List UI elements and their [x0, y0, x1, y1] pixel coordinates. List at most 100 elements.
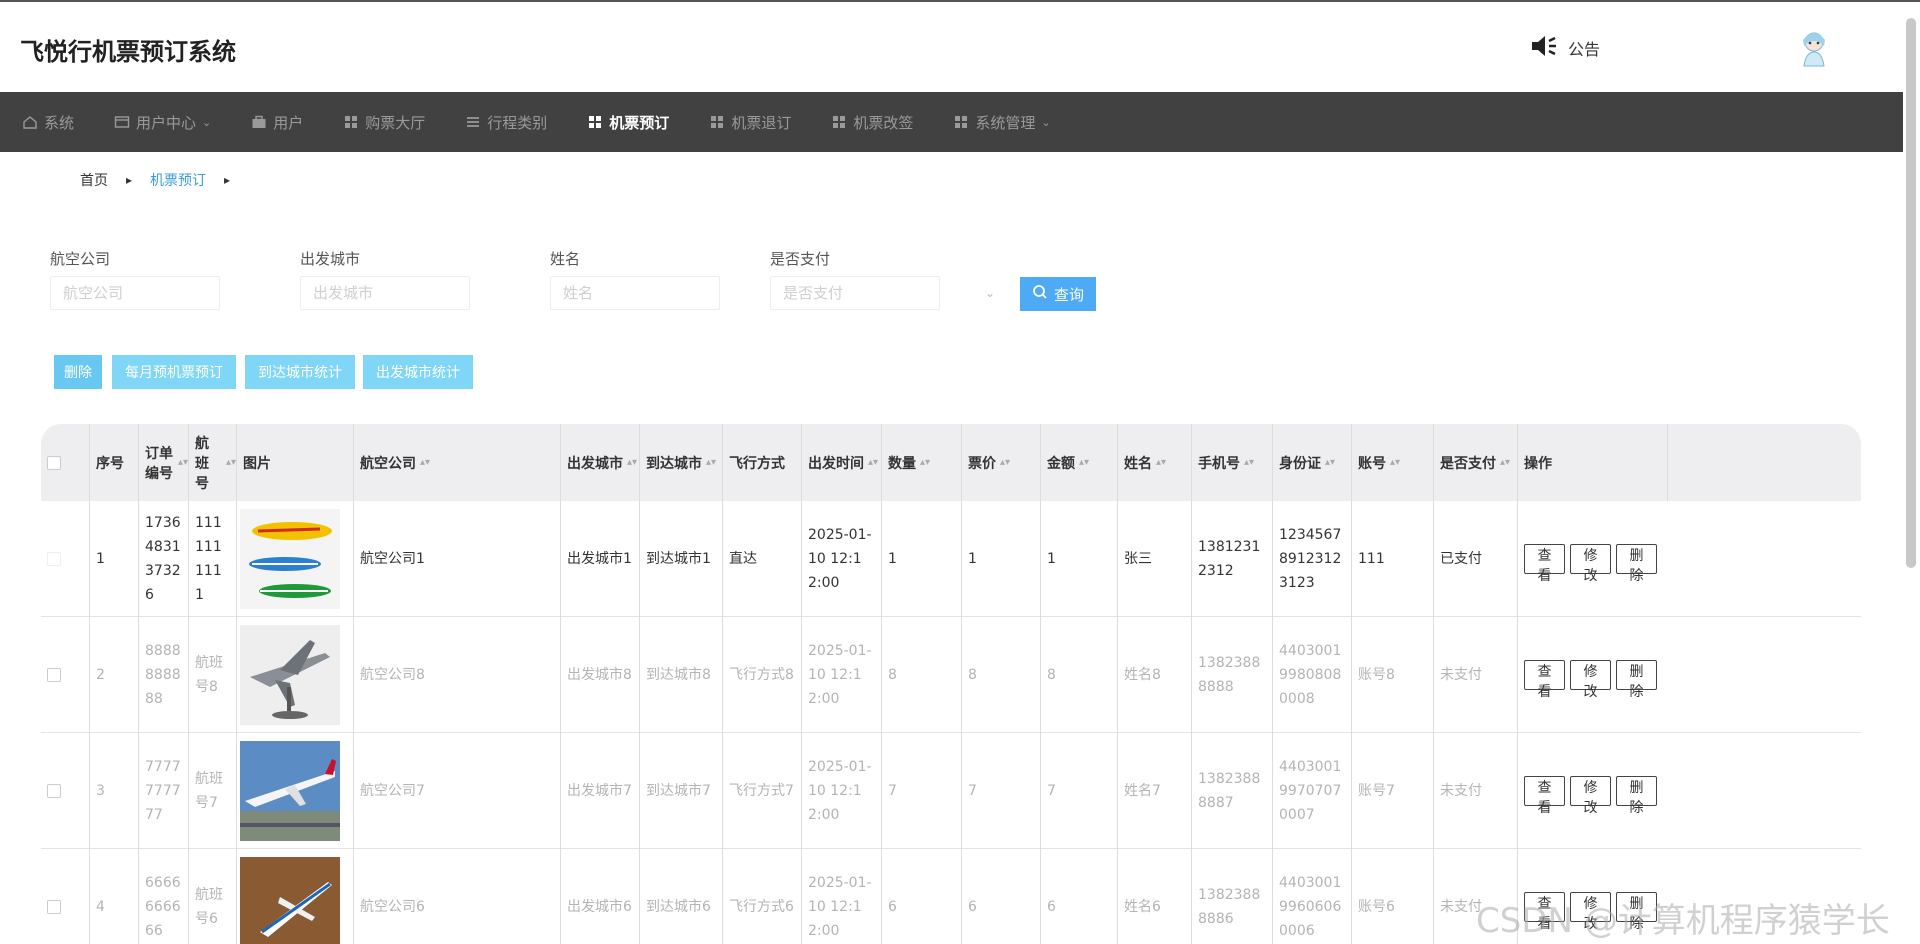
nav-item-label: 系统 [44, 113, 75, 132]
sort-icon[interactable]: ▴▾ [1390, 457, 1400, 468]
column-header[interactable]: 票价 ▴▾ [962, 424, 1041, 501]
delete-button[interactable]: 删除 [1616, 776, 1657, 815]
cell-name: 张三 [1118, 501, 1192, 617]
column-header[interactable]: 操作 [1518, 424, 1668, 501]
sort-icon[interactable]: ▴▾ [706, 457, 716, 468]
view-button[interactable]: 查看 [1524, 776, 1565, 815]
column-header[interactable]: 航空公司 ▴▾ [354, 424, 561, 501]
cell-time: 2025-01-10 12:12:00 [802, 617, 882, 733]
column-header[interactable]: 订单编号 ▴▾ [139, 424, 189, 501]
filter-label-airline: 航空公司 [50, 250, 111, 268]
select-all-checkbox[interactable] [47, 455, 61, 470]
column-header-label: 账号 [1358, 455, 1386, 472]
cell-airline: 航空公司7 [354, 733, 561, 849]
sort-icon[interactable]: ▴▾ [178, 457, 188, 468]
nav-item-7[interactable]: 机票改签 [809, 92, 931, 152]
edit-button[interactable]: 修改 [1570, 544, 1611, 583]
flight-image[interactable] [237, 733, 354, 849]
sort-icon[interactable]: ▴▾ [1000, 457, 1010, 468]
grid-icon [343, 115, 359, 129]
row-checkbox[interactable] [47, 784, 61, 798]
view-button[interactable]: 查看 [1524, 660, 1565, 699]
query-button[interactable]: 查询 [1020, 277, 1096, 311]
column-header[interactable]: 身份证 ▴▾ [1273, 424, 1352, 501]
cell-to: 到达城市7 [640, 733, 723, 849]
column-header[interactable]: 到达城市 ▴▾ [640, 424, 723, 501]
nav-item-0[interactable]: 系统 [0, 92, 92, 152]
column-header[interactable]: 是否支付 ▴▾ [1434, 424, 1518, 501]
column-header[interactable]: 出发城市 ▴▾ [561, 424, 640, 501]
airline-input[interactable] [50, 276, 220, 310]
page-scrollbar[interactable] [1906, 18, 1916, 568]
column-header[interactable]: 航班号 ▴▾ [189, 424, 237, 501]
nav-item-2[interactable]: 用户 [229, 92, 321, 152]
notice-button[interactable]: 公告 [1530, 34, 1600, 62]
column-header-label: 手机号 [1198, 455, 1240, 472]
paid-select[interactable] [770, 276, 940, 310]
arrival-city-stats-button[interactable]: 到达城市统计 [245, 355, 355, 389]
row-checkbox[interactable] [47, 552, 61, 566]
column-header[interactable]: 飞行方式 [723, 424, 802, 501]
flight-image[interactable] [237, 617, 354, 733]
nav-item-label: 机票改签 [853, 113, 914, 132]
sort-icon[interactable]: ▴▾ [1079, 457, 1089, 468]
flight-image[interactable] [237, 849, 354, 944]
nav-item-3[interactable]: 购票大厅 [321, 92, 443, 152]
column-header[interactable]: 账号 ▴▾ [1352, 424, 1434, 501]
sort-icon[interactable]: ▴▾ [868, 457, 878, 468]
nav-item-8[interactable]: 系统管理 ⌄ [931, 92, 1068, 152]
departure-city-stats-button[interactable]: 出发城市统计 [363, 355, 473, 389]
nav-item-6[interactable]: 机票退订 [687, 92, 809, 152]
column-header[interactable]: 金额 ▴▾ [1041, 424, 1118, 501]
nav-item-1[interactable]: 用户中心 ⌄ [92, 92, 229, 152]
column-header-label: 图片 [243, 455, 271, 472]
sort-icon[interactable]: ▴▾ [920, 457, 930, 468]
column-header-label: 身份证 [1279, 455, 1321, 472]
table-header: 序号 订单编号 ▴▾ 航班号 ▴▾ 图片 航空公司 ▴▾ 出发城市 ▴▾ 到达城市 ▴▾ 飞行方式 出发时… [41, 424, 1861, 501]
cell-no: 4 [90, 849, 139, 944]
row-checkbox[interactable] [47, 900, 61, 914]
top-header: 飞悦行机票预订系统 公告 [0, 0, 1920, 92]
cell-idcard: 440300199707070007 [1273, 733, 1352, 849]
row-checkbox-cell [41, 733, 90, 849]
filter-label-paid: 是否支付 [770, 250, 831, 268]
batch-delete-button[interactable]: 删除 [54, 355, 102, 389]
column-header[interactable]: 数量 ▴▾ [882, 424, 962, 501]
sort-icon[interactable]: ▴▾ [627, 457, 637, 468]
column-header[interactable]: 图片 [237, 424, 354, 501]
column-header[interactable]: 出发时间 ▴▾ [802, 424, 882, 501]
sort-icon[interactable]: ▴▾ [1244, 457, 1254, 468]
delete-button[interactable]: 删除 [1616, 660, 1657, 699]
sort-icon[interactable]: ▴▾ [1325, 457, 1335, 468]
cell-time: 2025-01-10 12:12:00 [802, 501, 882, 617]
column-header-label: 航空公司 [360, 455, 416, 472]
cell-order: 6666666666 [139, 849, 189, 944]
flight-image[interactable] [237, 501, 354, 617]
cell-ops: 查看 修改 删除 [1518, 733, 1668, 849]
nav-item-label: 机票预订 [609, 113, 670, 132]
breadcrumb-home[interactable]: 首页 [80, 170, 108, 190]
delete-button[interactable]: 删除 [1616, 544, 1657, 583]
nav-item-5[interactable]: 机票预订 [565, 92, 687, 152]
monthly-booking-button[interactable]: 每月预机票预订 [112, 355, 236, 389]
avatar[interactable] [1794, 28, 1834, 68]
name-input[interactable] [550, 276, 720, 310]
column-header-label: 金额 [1047, 455, 1075, 472]
grid-icon [709, 115, 725, 129]
cell-no: 1 [90, 501, 139, 617]
breadcrumb-current[interactable]: 机票预订 [150, 170, 206, 190]
sort-icon[interactable]: ▴▾ [1500, 457, 1510, 468]
cell-mode: 直达 [723, 501, 802, 617]
nav-item-4[interactable]: 行程类别 [443, 92, 565, 152]
edit-button[interactable]: 修改 [1570, 660, 1611, 699]
view-button[interactable]: 查看 [1524, 544, 1565, 583]
sort-icon[interactable]: ▴▾ [420, 457, 430, 468]
column-header[interactable]: 手机号 ▴▾ [1192, 424, 1273, 501]
sort-icon[interactable]: ▴▾ [226, 457, 236, 468]
column-header[interactable]: 姓名 ▴▾ [1118, 424, 1192, 501]
edit-button[interactable]: 修改 [1570, 776, 1611, 815]
column-header[interactable]: 序号 [90, 424, 139, 501]
sort-icon[interactable]: ▴▾ [1156, 457, 1166, 468]
row-checkbox[interactable] [47, 668, 61, 682]
departure-city-input[interactable] [300, 276, 470, 310]
